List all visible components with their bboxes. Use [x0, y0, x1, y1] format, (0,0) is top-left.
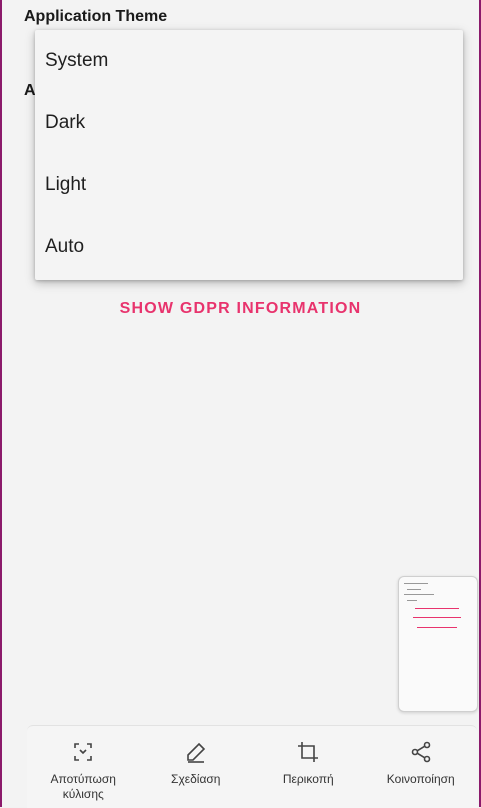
share-button[interactable]: Κοινοποίηση	[371, 726, 471, 808]
theme-dropdown-menu: System Dark Light Auto	[35, 30, 463, 280]
share-icon	[411, 741, 431, 763]
section-title-application-theme: Application Theme	[24, 8, 168, 25]
dropdown-option-system[interactable]: System	[35, 30, 463, 92]
screenshot-action-toolbar: Αποτύπωση κύλισης Σχεδίαση Περικοπή Κοιν…	[27, 725, 477, 808]
scroll-capture-button[interactable]: Αποτύπωση κύλισης	[33, 726, 133, 808]
draw-button[interactable]: Σχεδίαση	[146, 726, 246, 808]
crop-button[interactable]: Περικοπή	[258, 726, 358, 808]
dropdown-option-light[interactable]: Light	[35, 154, 463, 216]
scroll-capture-icon	[74, 743, 93, 761]
show-gdpr-information-button[interactable]: SHOW GDPR INFORMATION	[2, 300, 479, 318]
pen-icon	[186, 742, 205, 763]
crop-icon	[298, 742, 319, 762]
next-section-title-partial: A	[24, 82, 36, 99]
draw-label: Σχεδίαση	[171, 772, 221, 786]
dropdown-option-auto[interactable]: Auto	[35, 216, 463, 278]
crop-label: Περικοπή	[282, 772, 334, 786]
screenshot-thumbnail-preview[interactable]	[398, 576, 478, 712]
dropdown-option-dark[interactable]: Dark	[35, 92, 463, 154]
share-label: Κοινοποίηση	[386, 772, 455, 786]
scroll-capture-label: Αποτύπωση κύλισης	[50, 772, 116, 801]
app-screen: Application Theme A System Dark Light Au…	[0, 0, 481, 808]
